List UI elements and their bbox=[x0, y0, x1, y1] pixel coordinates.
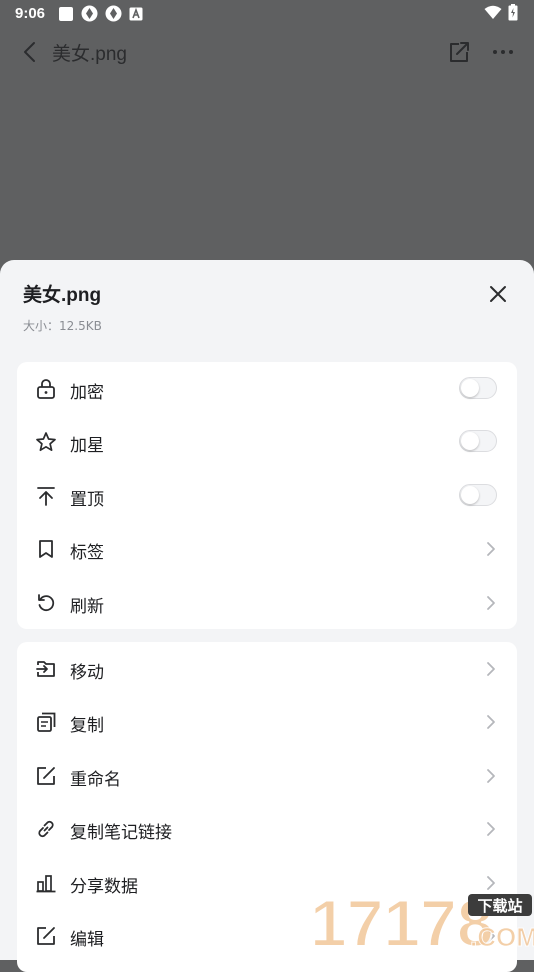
option-label: 加星 bbox=[70, 436, 104, 456]
back-button[interactable] bbox=[16, 38, 44, 66]
page-title: 美女.png bbox=[52, 44, 127, 65]
option-tags[interactable]: 标签 bbox=[17, 522, 517, 575]
status-time: 9:06 bbox=[15, 5, 46, 22]
option-star[interactable]: 加星 bbox=[17, 415, 517, 468]
a-app-icon bbox=[129, 7, 143, 20]
pin-top-icon bbox=[37, 487, 55, 506]
option-refresh[interactable]: 刷新 bbox=[17, 576, 517, 629]
close-icon bbox=[490, 286, 506, 302]
site-watermark-logo: 17178 下载站 .COM bbox=[310, 888, 534, 950]
option-copy[interactable]: 复制 bbox=[17, 695, 517, 748]
toggle-knob bbox=[461, 379, 479, 397]
refresh-icon bbox=[38, 594, 55, 612]
rename-icon bbox=[37, 767, 55, 785]
chevron-right-icon bbox=[487, 715, 495, 729]
pin-top-toggle[interactable] bbox=[459, 484, 497, 506]
status-notification-icons bbox=[58, 5, 143, 22]
sync-app-icon-2 bbox=[105, 5, 122, 22]
app-bar: 美女.png bbox=[0, 28, 534, 76]
toggle-knob bbox=[461, 486, 479, 504]
star-icon bbox=[36, 432, 56, 452]
file-options-sheet: 美女.png 大小：12.5KB 加密 加星 置顶 标签 刷新 移动 复制 重命… bbox=[0, 260, 534, 972]
option-copy-note-link[interactable]: 复制笔记链接 bbox=[17, 802, 517, 855]
back-arrow-icon bbox=[24, 42, 35, 62]
edit-icon bbox=[37, 927, 55, 945]
status-bar: 9:06 bbox=[0, 0, 534, 28]
option-label: 移动 bbox=[70, 663, 104, 683]
toggle-knob bbox=[461, 432, 479, 450]
status-system-icons bbox=[484, 4, 518, 21]
option-pin-top[interactable]: 置顶 bbox=[17, 469, 517, 522]
encrypt-toggle[interactable] bbox=[459, 377, 497, 399]
watermark-suffix: .COM bbox=[470, 922, 534, 950]
star-toggle[interactable] bbox=[459, 430, 497, 452]
chevron-right-icon bbox=[487, 822, 495, 836]
sync-app-icon bbox=[81, 5, 98, 22]
move-icon bbox=[36, 661, 55, 677]
option-label: 编辑 bbox=[70, 930, 104, 950]
export-button[interactable] bbox=[445, 38, 473, 66]
more-button[interactable] bbox=[488, 38, 518, 66]
chevron-right-icon bbox=[487, 769, 495, 783]
option-label: 复制 bbox=[70, 716, 104, 736]
option-label: 加密 bbox=[70, 383, 104, 403]
bookmark-icon bbox=[39, 540, 53, 558]
lock-icon bbox=[37, 379, 55, 399]
watermark-number: 17178 bbox=[310, 888, 494, 950]
option-encrypt[interactable]: 加密 bbox=[17, 362, 517, 415]
export-icon bbox=[450, 42, 469, 62]
option-move[interactable]: 移动 bbox=[17, 642, 517, 695]
option-rename[interactable]: 重命名 bbox=[17, 749, 517, 802]
more-dots-icon bbox=[493, 50, 513, 54]
option-label: 复制笔记链接 bbox=[70, 823, 172, 843]
watermark-site: 下载站 bbox=[477, 897, 522, 915]
option-label: 置顶 bbox=[70, 490, 104, 510]
square-app-icon bbox=[59, 6, 73, 21]
chevron-right-icon bbox=[487, 596, 495, 610]
chevron-right-icon bbox=[487, 662, 495, 676]
file-size-label: 大小：12.5KB bbox=[23, 319, 102, 333]
wifi-icon bbox=[484, 5, 502, 19]
option-label: 重命名 bbox=[70, 770, 121, 790]
chart-icon bbox=[36, 875, 56, 893]
option-label: 标签 bbox=[70, 543, 104, 563]
sheet-title: 美女.png bbox=[23, 285, 102, 306]
battery-icon bbox=[508, 4, 518, 21]
options-card-primary: 加密 加星 置顶 标签 刷新 bbox=[17, 362, 517, 629]
chevron-right-icon bbox=[487, 542, 495, 556]
copy-icon bbox=[37, 712, 56, 732]
link-icon bbox=[38, 820, 54, 838]
option-label: 刷新 bbox=[70, 597, 104, 617]
close-button[interactable] bbox=[486, 282, 510, 306]
option-label: 分享数据 bbox=[70, 877, 138, 897]
